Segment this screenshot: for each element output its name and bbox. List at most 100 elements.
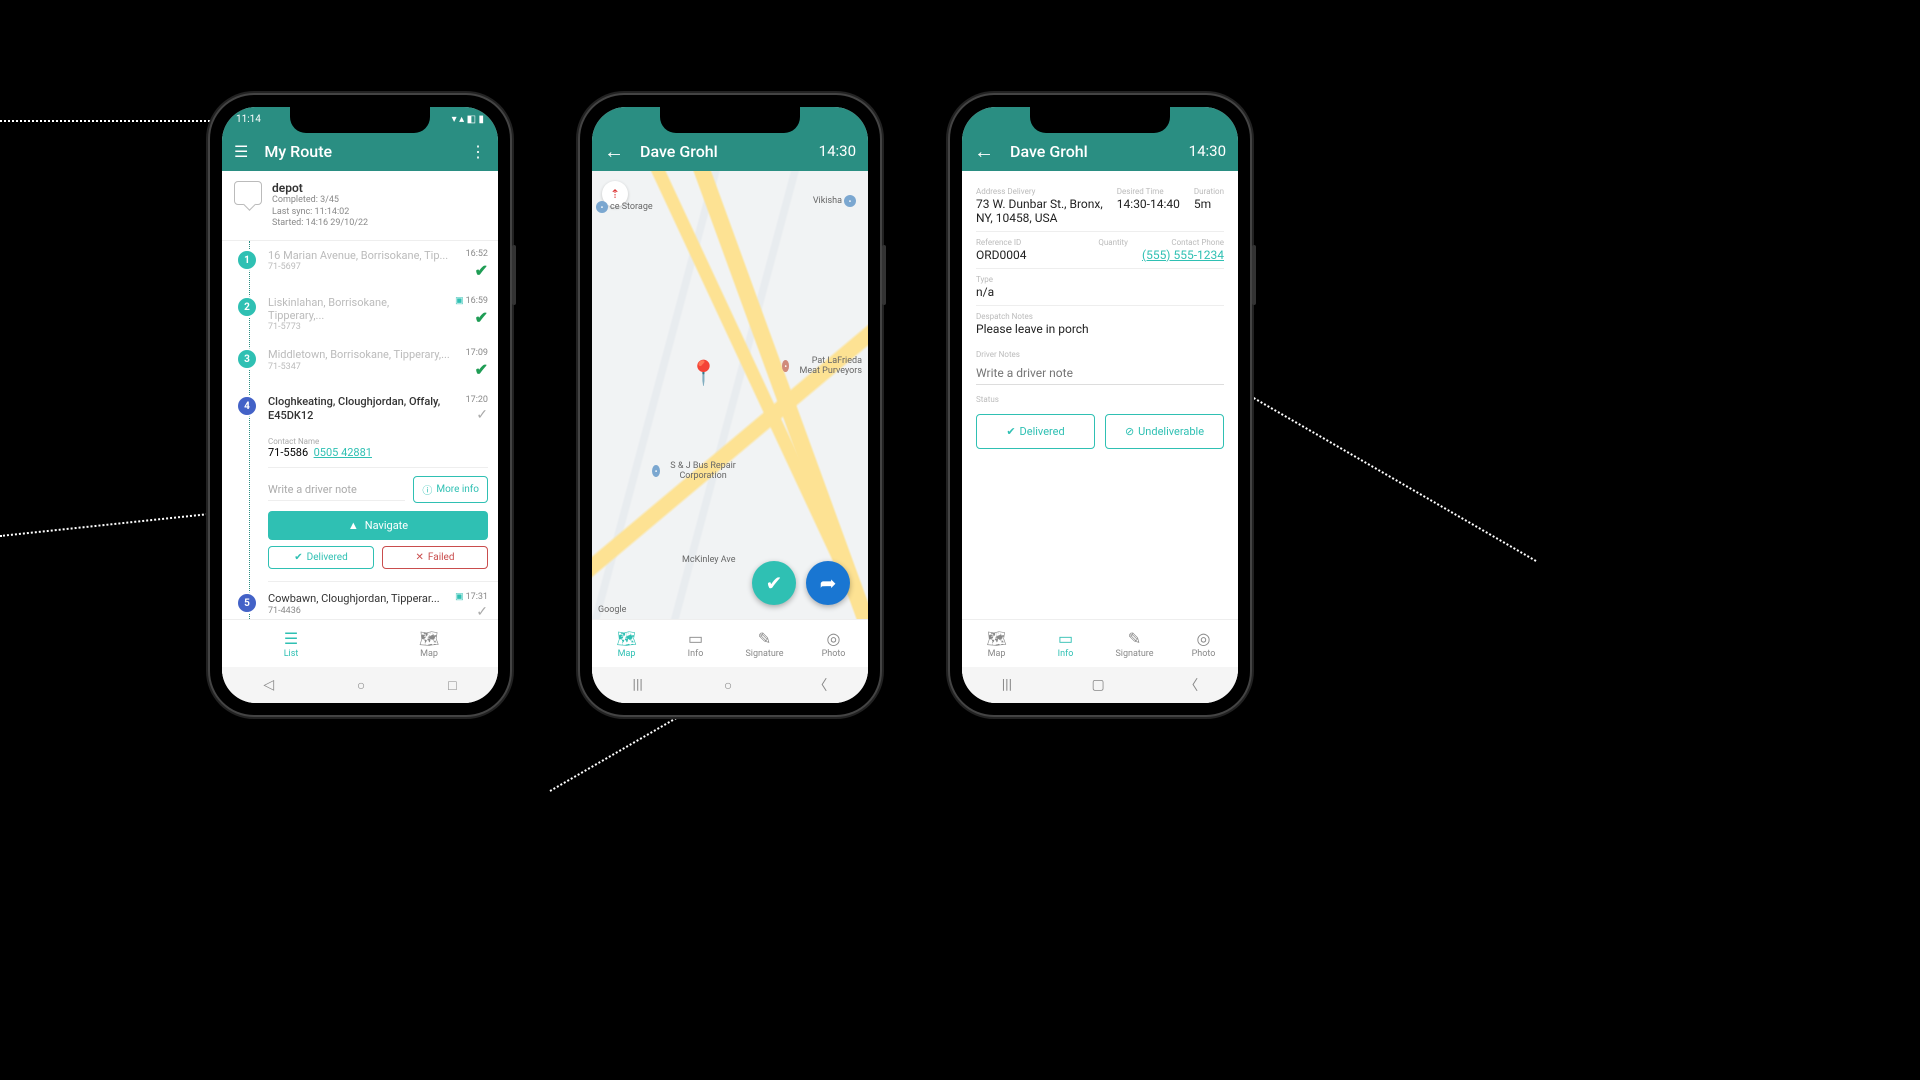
stop-ref: 71-5773 bbox=[268, 322, 445, 332]
menu-icon[interactable]: ☰ bbox=[234, 142, 248, 161]
address-label: Address Delivery bbox=[976, 187, 1103, 196]
more-info-button[interactable]: ⓘ More info bbox=[413, 476, 488, 503]
decor-arrow bbox=[0, 120, 230, 122]
back-icon[interactable]: ← bbox=[604, 139, 624, 164]
driver-note-input[interactable] bbox=[976, 362, 1224, 385]
nav-home-icon[interactable]: ○ bbox=[357, 677, 365, 694]
phone-map-view: ← Dave Grohl 14:30 ⇡ 📍 •ce Storage Vikis… bbox=[580, 95, 880, 715]
camera-icon: ◎ bbox=[1197, 629, 1211, 648]
stop-address: Middletown, Borrisokane, Tipperary,... bbox=[268, 348, 456, 361]
map-poi: Vikisha• bbox=[813, 195, 856, 207]
page-title: My Route bbox=[264, 142, 454, 161]
nav-recent-icon[interactable]: ||| bbox=[633, 677, 643, 693]
despatch-value: Please leave in porch bbox=[976, 322, 1224, 336]
map-poi: •ce Storage bbox=[596, 201, 653, 213]
map-pin-icon: 📍 bbox=[689, 359, 719, 387]
page-title: Dave Grohl bbox=[1010, 142, 1173, 161]
stop-address: Cloghkeating, Cloughjordan, Offaly, E45D… bbox=[268, 395, 456, 421]
tab-list[interactable]: ☰ List bbox=[222, 620, 360, 667]
status-bar bbox=[962, 107, 1238, 131]
tab-info[interactable]: ▭Info bbox=[661, 620, 730, 667]
navigate-icon: ▲ bbox=[348, 519, 359, 532]
drivernotes-label: Driver Notes bbox=[976, 350, 1224, 359]
confirm-fab[interactable]: ✔ bbox=[752, 561, 796, 605]
map-poi: •Pat LaFrieda Meat Purveyors bbox=[782, 356, 862, 376]
back-icon[interactable]: ← bbox=[974, 139, 994, 164]
android-navbar: ||| ▢ 〈 bbox=[962, 667, 1238, 703]
check-icon: ✔ bbox=[294, 552, 302, 563]
nav-back-icon[interactable]: 〈 bbox=[813, 675, 827, 695]
depot-card[interactable]: depot Completed: 3/45 Last sync: 11:14:0… bbox=[222, 171, 498, 241]
tab-map[interactable]: 🗺Map bbox=[592, 620, 661, 667]
check-icon: ✔ bbox=[475, 308, 488, 327]
undeliverable-button[interactable]: ⊘ Undeliverable bbox=[1105, 414, 1224, 449]
stop-row[interactable]: 2 Liskinlahan, Borrisokane, Tipperary,..… bbox=[236, 288, 498, 340]
stop-number: 3 bbox=[236, 348, 258, 370]
map-icon: 🗺 bbox=[986, 629, 1006, 648]
signature-icon: ✎ bbox=[758, 629, 771, 648]
stop-row[interactable]: 3 Middletown, Borrisokane, Tipperary,...… bbox=[236, 340, 498, 387]
phone-info-view: ← Dave Grohl 14:30 Address Delivery 73 W… bbox=[950, 95, 1250, 715]
phone-route-list: 11:14 ▾ ▴ ◧ ▮ ☰ My Route ⋮ depot Complet… bbox=[210, 95, 510, 715]
depot-name: depot bbox=[272, 181, 368, 195]
nav-home-icon[interactable]: ○ bbox=[724, 677, 732, 694]
info-icon: ▭ bbox=[688, 629, 703, 648]
contact-ref: 71-5586 bbox=[268, 446, 308, 459]
stop-number: 2 bbox=[236, 296, 258, 318]
tab-photo[interactable]: ◎Photo bbox=[1169, 620, 1238, 667]
stop-number: 5 bbox=[236, 592, 258, 614]
header-time: 14:30 bbox=[1189, 142, 1226, 160]
nav-back-icon[interactable]: ◁ bbox=[263, 677, 274, 693]
x-icon: ✕ bbox=[416, 552, 424, 563]
delivered-button[interactable]: ✔ Delivered bbox=[976, 414, 1095, 449]
contact-phone-link[interactable]: 0505 42881 bbox=[314, 446, 372, 459]
failed-button[interactable]: ✕ Failed bbox=[382, 546, 488, 569]
navigate-button[interactable]: ▲ Navigate bbox=[268, 511, 488, 540]
check-outline-icon: ✓ bbox=[476, 407, 488, 423]
stop-row[interactable]: 1 16 Marian Avenue, Borrisokane, Tip... … bbox=[236, 241, 498, 288]
check-icon: ✔ bbox=[475, 261, 488, 280]
nav-recent-icon[interactable]: ||| bbox=[1002, 677, 1012, 693]
driver-note-input[interactable]: Write a driver note bbox=[268, 479, 405, 501]
delivered-button[interactable]: ✔ Delivered bbox=[268, 546, 374, 569]
duration-label: Duration bbox=[1194, 187, 1224, 196]
list-icon: ☰ bbox=[284, 629, 298, 648]
map-canvas[interactable]: ⇡ 📍 •ce Storage Vikisha• •Pat LaFrieda M… bbox=[592, 171, 868, 619]
phone-link[interactable]: (555) 555-1234 bbox=[1142, 248, 1224, 262]
stop-address: Cowbawn, Cloughjordan, Tipperar... bbox=[268, 592, 445, 605]
type-value: n/a bbox=[976, 285, 1224, 299]
depot-icon bbox=[234, 181, 262, 205]
ref-value: ORD0004 bbox=[976, 248, 1084, 262]
header-time: 14:30 bbox=[819, 142, 856, 160]
camera-icon: ◎ bbox=[827, 629, 841, 648]
tab-signature[interactable]: ✎Signature bbox=[1100, 620, 1169, 667]
stop-time: 17:09 bbox=[466, 348, 488, 358]
nav-home-icon[interactable]: ▢ bbox=[1092, 677, 1105, 693]
overflow-icon[interactable]: ⋮ bbox=[470, 142, 486, 161]
status-icons: ▾ ▴ ◧ ▮ bbox=[452, 114, 484, 125]
stop-address: Liskinlahan, Borrisokane, Tipperary,... bbox=[268, 296, 445, 322]
stop-address: 16 Marian Avenue, Borrisokane, Tip... bbox=[268, 249, 456, 262]
depot-completed: Completed: 3/45 bbox=[272, 195, 368, 207]
android-navbar: ◁ ○ □ bbox=[222, 667, 498, 703]
status-bar: 11:14 ▾ ▴ ◧ ▮ bbox=[222, 107, 498, 131]
info-icon: ▭ bbox=[1058, 629, 1073, 648]
info-icon: ⓘ bbox=[422, 482, 432, 497]
tab-info[interactable]: ▭Info bbox=[1031, 620, 1100, 667]
nav-back-icon[interactable]: 〈 bbox=[1184, 675, 1198, 695]
tab-map[interactable]: 🗺 Map bbox=[360, 620, 498, 667]
prohibit-icon: ⊘ bbox=[1125, 425, 1134, 438]
tab-map[interactable]: 🗺Map bbox=[962, 620, 1031, 667]
stop-time: 16:59 bbox=[466, 296, 488, 306]
nav-recent-icon[interactable]: □ bbox=[448, 677, 456, 694]
app-bar: ☰ My Route ⋮ bbox=[222, 131, 498, 171]
check-icon: ✔ bbox=[766, 571, 783, 595]
tab-signature[interactable]: ✎Signature bbox=[730, 620, 799, 667]
navigate-fab[interactable]: ➦ bbox=[806, 561, 850, 605]
bottom-tabs: 🗺Map ▭Info ✎Signature ◎Photo bbox=[962, 619, 1238, 667]
directions-icon: ➦ bbox=[820, 571, 837, 595]
stop-time: 17:31 bbox=[466, 592, 488, 602]
stop-row-active[interactable]: 4 Cloghkeating, Cloughjordan, Offaly, E4… bbox=[236, 387, 498, 431]
tab-photo[interactable]: ◎Photo bbox=[799, 620, 868, 667]
stop-row[interactable]: 5 Cowbawn, Cloughjordan, Tipperar... 71-… bbox=[236, 584, 498, 619]
